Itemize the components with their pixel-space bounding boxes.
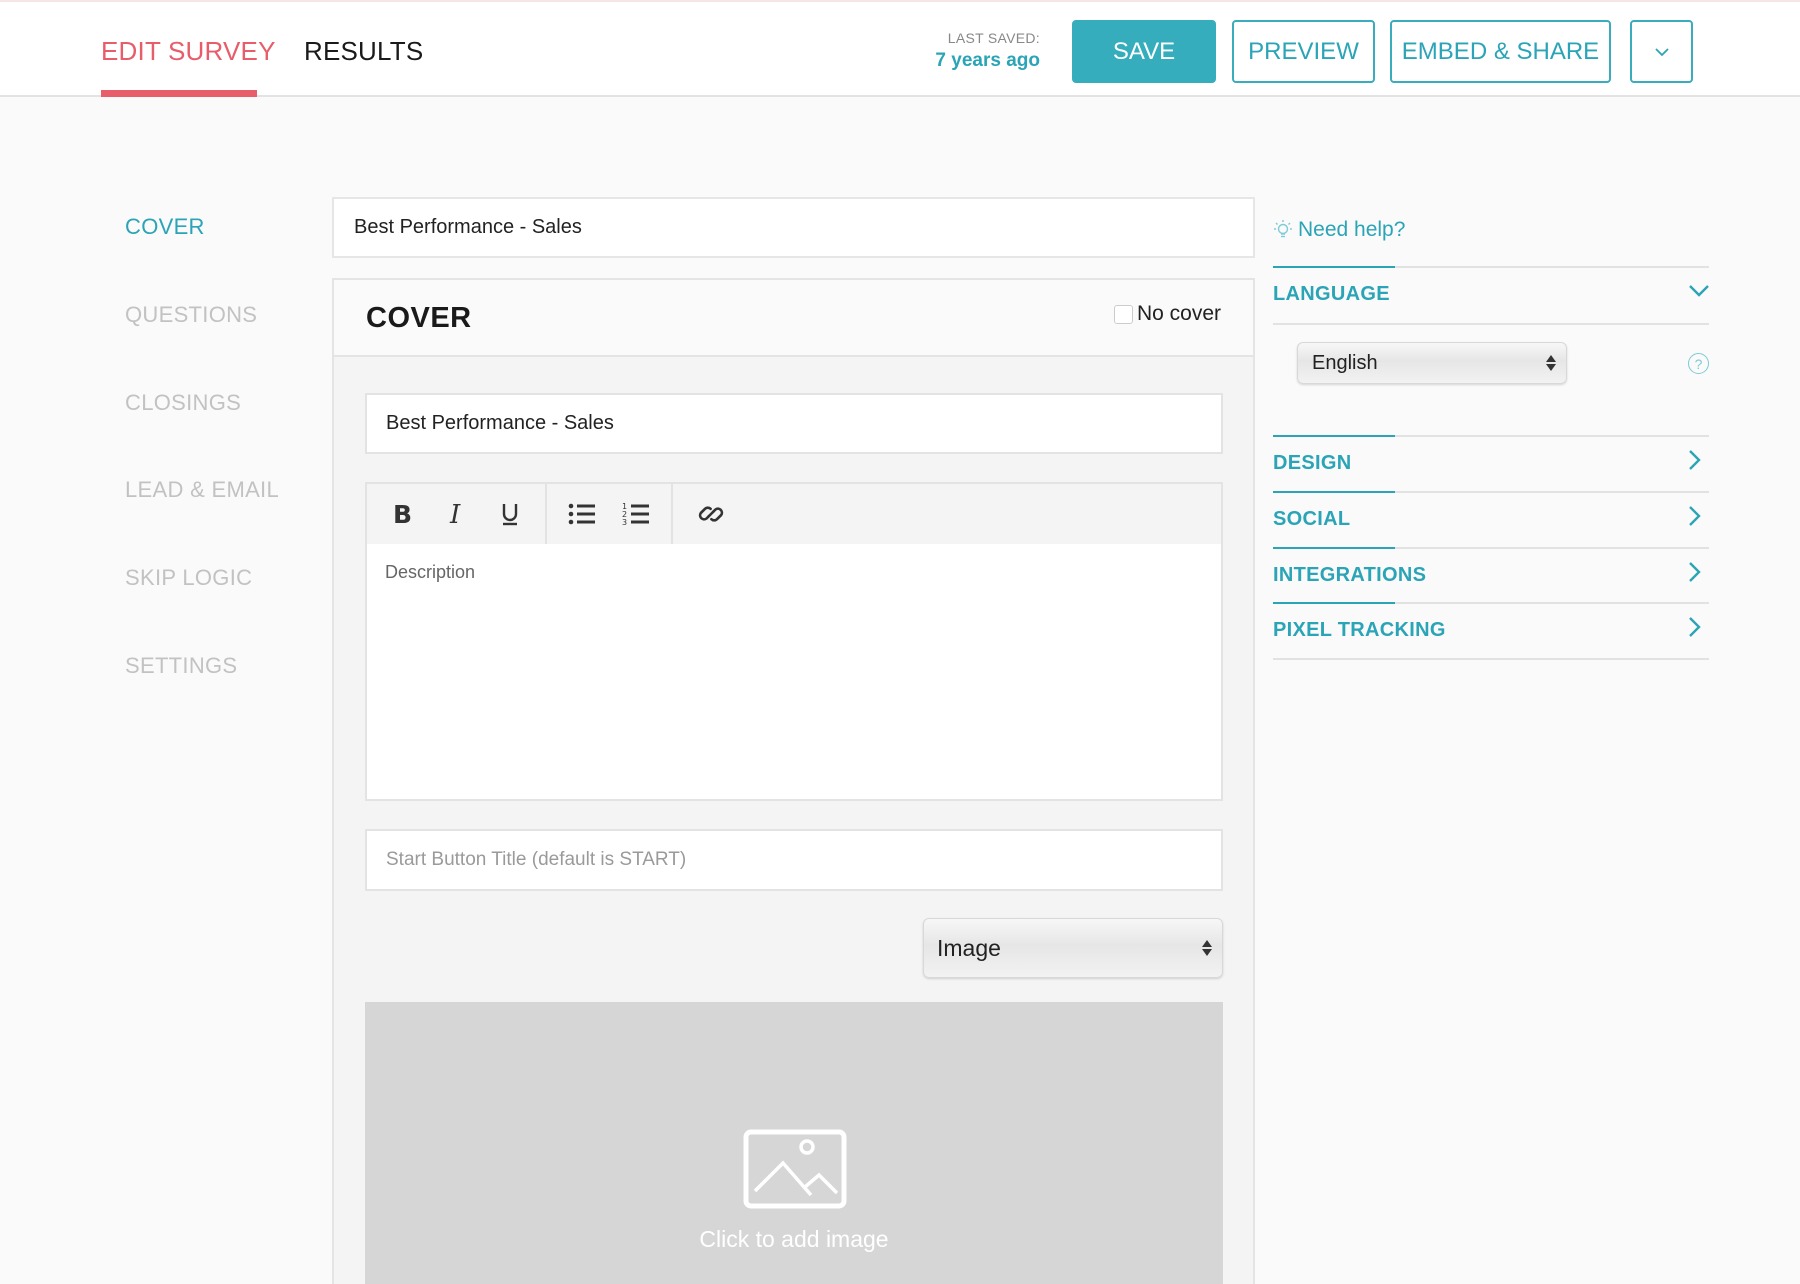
section-design-header[interactable]: DESIGN — [1273, 452, 1351, 475]
underline-button[interactable] — [483, 489, 537, 539]
section-language-header[interactable]: LANGUAGE — [1273, 283, 1390, 306]
bulleted-list-icon — [568, 503, 595, 525]
svg-text:B: B — [393, 502, 412, 526]
section-social-header[interactable]: SOCIAL — [1273, 508, 1350, 531]
more-options-button[interactable] — [1630, 20, 1693, 83]
link-button[interactable] — [681, 489, 741, 539]
embed-share-button[interactable]: EMBED & SHARE — [1390, 20, 1611, 83]
link-group — [673, 484, 749, 544]
start-button-title-input[interactable]: Start Button Title (default is START) — [365, 829, 1223, 891]
sidebar-item-closings[interactable]: CLOSINGS — [125, 390, 241, 416]
sidebar-item-lead-email[interactable]: LEAD & EMAIL — [125, 477, 279, 503]
chevron-right-icon[interactable] — [1688, 505, 1702, 527]
format-group: B I — [367, 484, 547, 544]
bold-icon: B — [393, 502, 412, 526]
survey-title-input[interactable]: Best Performance - Sales — [332, 197, 1255, 258]
cover-heading: COVER — [366, 302, 472, 334]
divider — [1273, 323, 1709, 325]
no-cover-checkbox[interactable] — [1113, 304, 1133, 324]
preview-button[interactable]: PREVIEW — [1232, 20, 1375, 83]
add-image-area[interactable]: Click to add image — [365, 1002, 1223, 1284]
divider — [1273, 266, 1709, 268]
italic-icon: I — [449, 501, 461, 527]
sidebar-item-skip-logic[interactable]: SKIP LOGIC — [125, 565, 252, 591]
media-type-select[interactable]: Image — [923, 918, 1223, 978]
media-type-value: Image — [937, 934, 1001, 961]
link-icon — [698, 506, 724, 522]
svg-text:3: 3 — [622, 518, 627, 527]
rich-text-toolbar: B I 123 — [365, 482, 1223, 546]
last-saved-info: LAST SAVED: 7 years ago — [930, 30, 1040, 72]
numbered-list-button[interactable]: 123 — [609, 489, 663, 539]
chevron-right-icon[interactable] — [1688, 616, 1702, 638]
image-placeholder-icon — [743, 1129, 847, 1209]
numbered-list-icon: 123 — [622, 502, 649, 527]
save-button[interactable]: SAVE — [1072, 20, 1216, 83]
bulleted-list-button[interactable] — [555, 489, 609, 539]
select-arrows-icon — [1546, 355, 1556, 371]
chevron-down-icon — [1654, 47, 1669, 56]
divider — [1273, 547, 1709, 549]
language-value: English — [1312, 351, 1378, 374]
divider — [1273, 602, 1709, 604]
cover-panel-header: COVER No cover — [334, 280, 1253, 357]
top-header: EDIT SURVEY RESULTS LAST SAVED: 7 years … — [0, 0, 1800, 97]
lightbulb-icon — [1274, 220, 1292, 238]
underline-icon — [502, 504, 518, 526]
divider — [1273, 658, 1709, 660]
last-saved-label: LAST SAVED: — [947, 30, 1040, 46]
tab-edit-survey[interactable]: EDIT SURVEY — [101, 36, 276, 67]
language-help-icon[interactable]: ? — [1688, 353, 1709, 374]
need-help-link[interactable]: Need help? — [1273, 218, 1405, 242]
last-saved-value: 7 years ago — [935, 50, 1040, 71]
sidebar-item-cover[interactable]: COVER — [125, 214, 205, 240]
select-arrows-icon — [1202, 940, 1212, 956]
sidebar-item-settings[interactable]: SETTINGS — [125, 653, 237, 679]
cover-title-input[interactable]: Best Performance - Sales — [365, 393, 1223, 454]
description-editor[interactable]: Description — [365, 544, 1223, 801]
add-image-label: Click to add image — [699, 1226, 889, 1252]
sidebar-item-questions[interactable]: QUESTIONS — [125, 302, 257, 328]
chevron-right-icon[interactable] — [1688, 561, 1702, 583]
description-placeholder: Description — [385, 562, 476, 582]
tab-results[interactable]: RESULTS — [304, 36, 423, 67]
active-tab-indicator — [101, 90, 257, 97]
no-cover-toggle[interactable]: No cover — [1113, 302, 1221, 326]
bold-button[interactable]: B — [375, 489, 429, 539]
svg-text:I: I — [449, 501, 461, 527]
no-cover-label: No cover — [1136, 302, 1221, 325]
divider — [1273, 491, 1709, 493]
chevron-down-icon[interactable] — [1688, 284, 1710, 298]
list-group: 123 — [547, 484, 673, 544]
section-integrations-header[interactable]: INTEGRATIONS — [1273, 564, 1426, 587]
need-help-label: Need help? — [1298, 218, 1406, 241]
cover-panel: COVER No cover Best Performance - Sales … — [332, 278, 1255, 1284]
language-select[interactable]: English — [1297, 342, 1567, 384]
divider — [1273, 435, 1709, 437]
italic-button[interactable]: I — [429, 489, 483, 539]
chevron-right-icon[interactable] — [1688, 449, 1702, 471]
section-pixel-tracking-header[interactable]: PIXEL TRACKING — [1273, 619, 1446, 642]
